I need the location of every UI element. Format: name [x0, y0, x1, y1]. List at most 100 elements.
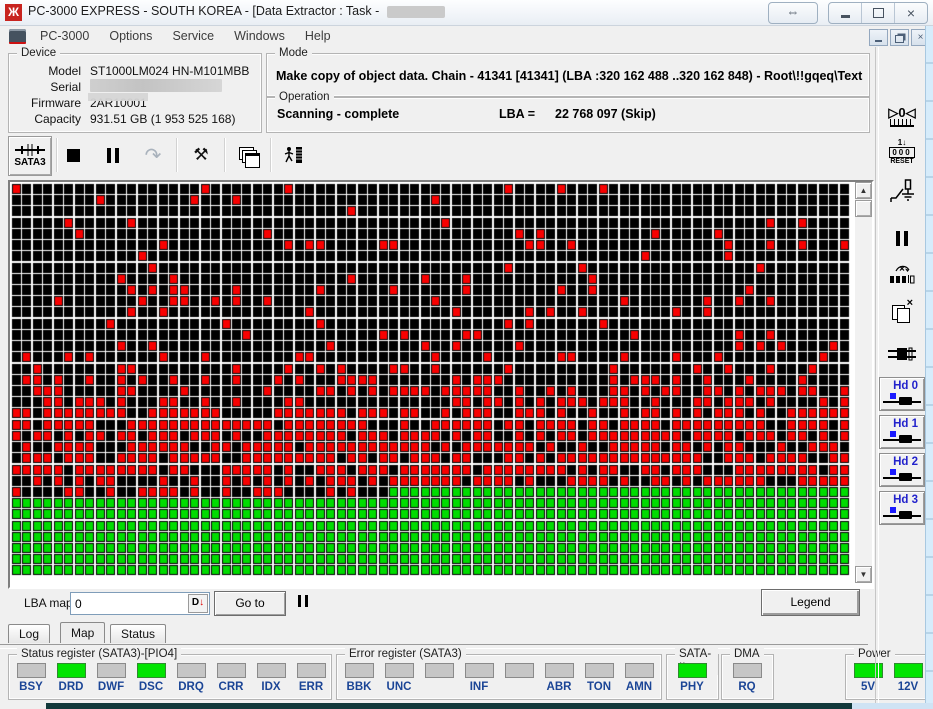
tab-log[interactable]: Log [8, 624, 51, 643]
led-ABR: ABR [539, 663, 579, 693]
scroll-up-button[interactable]: ▲ [855, 182, 872, 199]
power-switch-button[interactable] [880, 175, 924, 209]
scrollbar-thumb[interactable] [855, 200, 872, 217]
exit-task-button[interactable] [278, 135, 308, 175]
lba-sector-map[interactable] [11, 183, 851, 576]
led-RQ: RQ [724, 663, 770, 693]
stop-button[interactable] [58, 135, 88, 175]
maximize-icon [872, 8, 884, 18]
menu-options[interactable]: Options [99, 26, 162, 47]
maximize-button[interactable] [862, 3, 895, 23]
led-AMN: AMN [619, 663, 659, 693]
operation-group: Operation Scanning - complete LBA = 22 7… [266, 90, 870, 133]
menu-windows[interactable]: Windows [224, 26, 295, 47]
dma-group: DMA RQ [721, 647, 774, 700]
sata2-group: SATA-II PHY [666, 647, 719, 700]
counter-reset-button[interactable]: 1↓ 000 RESET [880, 135, 924, 169]
12V-led [893, 663, 923, 678]
BBK-led [344, 663, 374, 678]
DRD-led [56, 663, 86, 678]
led-label: AMN [625, 681, 653, 693]
legend-button[interactable]: Legend [761, 589, 860, 616]
mdi-minimize-button[interactable] [869, 29, 888, 46]
menu-pc3000[interactable]: PC-3000 [30, 26, 99, 47]
ruler-icon [890, 118, 914, 127]
menu-items: PC-3000 Options Service Windows Help [30, 26, 341, 47]
led-label: CRR [218, 681, 244, 693]
skip-sector-button[interactable] [880, 257, 924, 291]
cancel-copy-button[interactable]: × [880, 295, 924, 329]
stop-icon [66, 148, 80, 162]
led-label: PHY [680, 681, 704, 693]
led-IDX: IDX [251, 663, 291, 693]
app-logo-icon: Ж [5, 4, 22, 21]
sata2-leds: PHY [669, 663, 718, 693]
device-capacity-row: Capacity 931.51 GB (1 953 525 168) [13, 111, 257, 127]
device-fields: Model ST1000LM024 HN-M101MBB Serial Firm… [13, 63, 257, 127]
DRQ-led [176, 663, 206, 678]
sidebar-pause-button[interactable] [880, 221, 924, 255]
mdi-minimize-icon [875, 39, 882, 42]
sata3-port-button[interactable]: SATA3 [8, 136, 52, 176]
led-label: RQ [738, 681, 756, 693]
close-button[interactable]: × [895, 3, 927, 23]
led-5V: 5V [848, 663, 888, 693]
goto-button[interactable]: Go to [214, 591, 286, 616]
power-switch-icon [890, 179, 914, 202]
pause-icon [107, 147, 119, 163]
menu-service[interactable]: Service [162, 26, 224, 47]
tab-map[interactable]: Map [60, 622, 106, 643]
ERR-led [296, 663, 326, 678]
status-register-legend: Status register (SATA3)-[PIO4] [17, 647, 182, 661]
resume-button[interactable]: ↷ [138, 135, 168, 175]
hd3-button[interactable]: Hd 3 [879, 491, 925, 525]
lba-input[interactable] [73, 594, 189, 613]
led-label: DRD [58, 681, 84, 693]
hd-button-label: Hd 3 [893, 494, 918, 506]
head-icon-chip [899, 435, 912, 443]
hd0-button[interactable]: Hd 0 [879, 377, 925, 411]
reset-label: RESET [890, 157, 914, 165]
device-group-legend: Device [17, 46, 61, 60]
firmware-partial-redaction [88, 93, 148, 101]
app-window: Ж PC-3000 EXPRESS - SOUTH KOREA - [Data … [0, 0, 933, 709]
DWF-led [96, 663, 126, 678]
led-DWF: DWF [91, 663, 131, 693]
blank-led [504, 663, 534, 678]
hd-button-label: Hd 0 [893, 380, 918, 392]
mdi-restore-button[interactable] [890, 29, 909, 46]
map-pause-icon[interactable] [298, 595, 308, 607]
tab-status[interactable]: Status [110, 624, 167, 643]
zero-calibration-button[interactable]: ▷0◁ [880, 99, 924, 133]
scroll-down-button[interactable]: ▼ [855, 566, 872, 583]
exit-person-icon [284, 147, 302, 163]
menu-help[interactable]: Help [295, 26, 341, 47]
firmware-label: Firmware [31, 96, 81, 110]
led-label: IDX [261, 681, 281, 693]
IDX-led [256, 663, 286, 678]
lba-value: 22 768 097 (Skip) [555, 107, 656, 121]
dma-leds: RQ [724, 663, 773, 693]
head-icon [890, 431, 896, 437]
head-select-button[interactable] [880, 337, 924, 371]
minimize-button[interactable] [829, 3, 862, 23]
led-label: UNC [386, 681, 412, 693]
windows-list-button[interactable] [234, 135, 264, 175]
led-label: ABR [546, 681, 572, 693]
led-UNC: UNC [379, 663, 419, 693]
resize-icon: ⇔ [786, 4, 800, 19]
resize-button[interactable]: ⇔ [768, 2, 818, 24]
device-firmware-row: Firmware 2AR10001 [13, 93, 257, 111]
led-label: TON [586, 681, 612, 693]
head-icon [890, 469, 896, 475]
hd1-button[interactable]: Hd 1 [879, 415, 925, 449]
pause-button[interactable] [98, 135, 128, 175]
hd2-button[interactable]: Hd 2 [879, 453, 925, 487]
map-scrollbar[interactable]: ▲ ▼ [855, 182, 872, 583]
decimal-dropdown-button[interactable]: D↓ [188, 594, 208, 613]
mode-text: Make copy of object data. Chain - 41341 … [276, 69, 863, 83]
capacity-label: Capacity [34, 112, 81, 126]
utilities-button[interactable]: ⚒ [186, 135, 216, 175]
hd-buttons: Hd 0 Hd 1 Hd 2 Hd 3 [879, 377, 925, 529]
led-label: DWF [97, 681, 125, 693]
